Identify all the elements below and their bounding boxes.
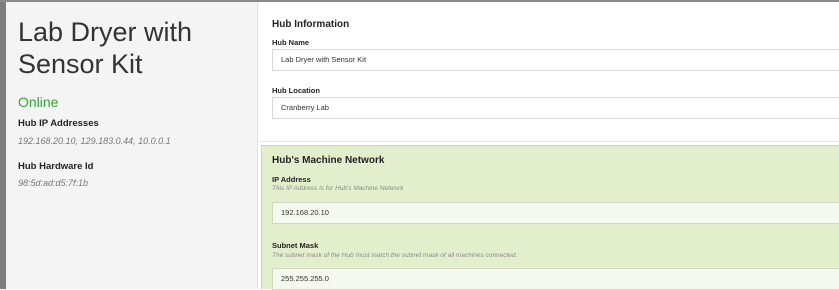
machine-network-title: Hub's Machine Network bbox=[272, 155, 385, 166]
ip-addresses-label: Hub IP Addresses bbox=[18, 118, 99, 129]
network-ip-hint: This IP Address is for Hub's Machine Net… bbox=[272, 185, 404, 192]
network-ip-input[interactable]: 192.168.20.10 bbox=[272, 202, 839, 224]
machine-network-section: Hub's Machine Network IP Address This IP… bbox=[261, 145, 839, 290]
hardware-id-value: 98:5d:ad:d5:7f:1b bbox=[18, 178, 89, 188]
hub-information-title: Hub Information bbox=[272, 19, 350, 30]
hardware-id-label: Hub Hardware Id bbox=[18, 161, 94, 172]
hub-name-label: Hub Name bbox=[272, 38, 310, 47]
hub-sidebar: Lab Dryer with Sensor Kit Online Hub IP … bbox=[0, 2, 258, 289]
hub-location-label: Hub Location bbox=[272, 86, 320, 95]
subnet-mask-input[interactable]: 255.255.255.0 bbox=[272, 268, 839, 290]
hub-name-input[interactable]: Lab Dryer with Sensor Kit bbox=[272, 49, 839, 71]
hub-title: Lab Dryer with Sensor Kit bbox=[18, 17, 193, 79]
status-online: Online bbox=[18, 94, 59, 110]
hub-location-input[interactable]: Cranberry Lab bbox=[272, 97, 839, 119]
section-divider bbox=[258, 141, 839, 142]
subnet-mask-label: Subnet Mask bbox=[272, 241, 319, 250]
network-ip-label: IP Address bbox=[272, 175, 311, 184]
ip-addresses-value: 192.168.20.10, 129.183.0.44, 10.0.0.1 bbox=[18, 136, 171, 146]
subnet-mask-hint: The subnet mask of the Hub must match th… bbox=[272, 252, 518, 259]
hub-main-panel: Hub Information Hub Name Lab Dryer with … bbox=[258, 2, 839, 290]
